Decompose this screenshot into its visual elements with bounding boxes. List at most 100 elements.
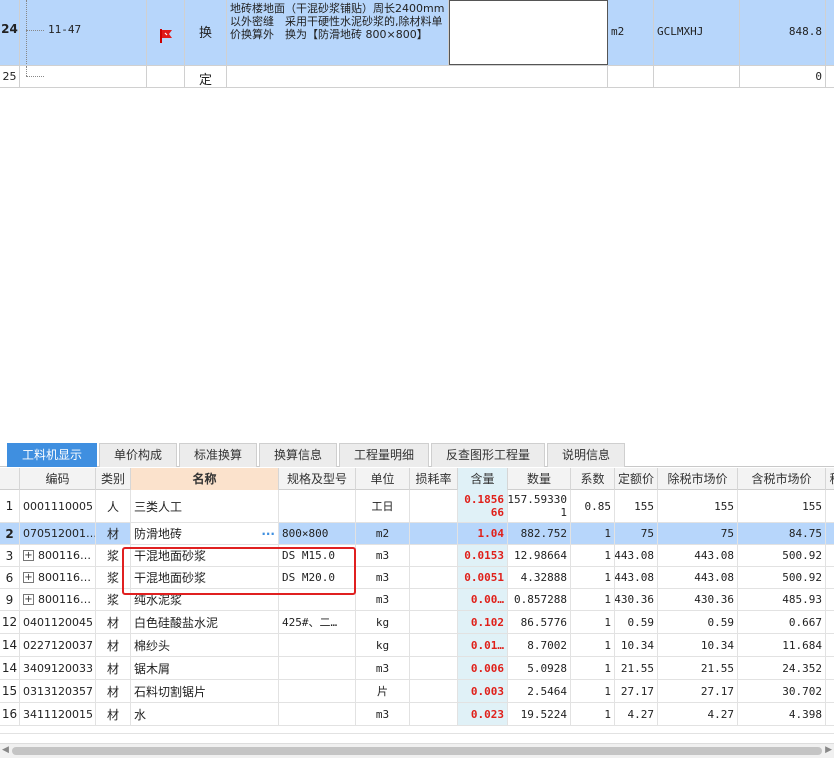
- market-price-ex-tax[interactable]: 10.34: [658, 634, 738, 656]
- material-name[interactable]: 白色硅酸盐水泥: [131, 611, 279, 633]
- header-content[interactable]: 含量: [458, 468, 508, 490]
- material-code[interactable]: +800116…: [20, 567, 96, 588]
- material-spec[interactable]: [279, 490, 356, 522]
- coefficient[interactable]: 1: [571, 680, 615, 702]
- header-loss-rate[interactable]: 损耗率: [410, 468, 458, 490]
- loss-rate[interactable]: [410, 567, 458, 588]
- amount-value[interactable]: 86.5776: [508, 611, 571, 633]
- material-unit[interactable]: 片: [356, 680, 410, 702]
- amount-value[interactable]: 8.7002: [508, 634, 571, 656]
- loss-rate[interactable]: [410, 589, 458, 610]
- material-code[interactable]: 0227120037: [20, 634, 96, 656]
- content-value[interactable]: 0.003: [458, 680, 508, 702]
- material-code[interactable]: 3411120015: [20, 703, 96, 725]
- material-name[interactable]: 防滑地砖 ···: [131, 523, 279, 544]
- market-price-ex-tax[interactable]: 4.27: [658, 703, 738, 725]
- content-value[interactable]: 0.006: [458, 657, 508, 679]
- scroll-left-icon[interactable]: ◀: [2, 745, 9, 755]
- material-unit[interactable]: kg: [356, 634, 410, 656]
- material-spec[interactable]: [279, 657, 356, 679]
- market-price-ex-tax[interactable]: 21.55: [658, 657, 738, 679]
- material-spec[interactable]: [279, 634, 356, 656]
- content-value[interactable]: 0.00…: [458, 589, 508, 610]
- material-unit[interactable]: m3: [356, 657, 410, 679]
- header-market-price-ex-tax[interactable]: 除税市场价: [658, 468, 738, 490]
- material-row[interactable]: 2 070512001… 材 防滑地砖 ··· 800×800 m2 1.04 882.752 1…: [0, 523, 834, 545]
- market-price-inc-tax[interactable]: 30.702: [738, 680, 826, 702]
- quota-description[interactable]: [227, 66, 608, 87]
- loss-rate[interactable]: [410, 634, 458, 656]
- material-unit[interactable]: m3: [356, 545, 410, 566]
- tab-price-composition[interactable]: 单价构成: [99, 443, 177, 467]
- quota-price[interactable]: 443.08: [615, 545, 658, 566]
- more-options-icon[interactable]: ···: [261, 527, 275, 541]
- market-price-ex-tax[interactable]: 430.36: [658, 589, 738, 610]
- header-name[interactable]: 名称: [131, 468, 279, 490]
- quota-price[interactable]: 75: [615, 523, 658, 544]
- material-code[interactable]: 3409120033: [20, 657, 96, 679]
- quota-price[interactable]: 4.27: [615, 703, 658, 725]
- material-name[interactable]: 三类人工: [131, 490, 279, 522]
- market-price-inc-tax[interactable]: 500.92: [738, 567, 826, 588]
- quota-code[interactable]: [20, 66, 147, 87]
- content-value[interactable]: 0.1856 66: [458, 490, 508, 522]
- material-unit[interactable]: m3: [356, 567, 410, 588]
- quota-price[interactable]: 27.17: [615, 680, 658, 702]
- horizontal-scrollbar[interactable]: ◀ ▶: [0, 743, 834, 758]
- expand-icon[interactable]: +: [23, 572, 34, 583]
- market-price-inc-tax[interactable]: 24.352: [738, 657, 826, 679]
- material-code[interactable]: 0001110005: [20, 490, 96, 522]
- material-unit[interactable]: 工日: [356, 490, 410, 522]
- quota-code[interactable]: 11-47: [20, 0, 147, 65]
- header-spec[interactable]: 规格及型号: [279, 468, 356, 490]
- market-price-inc-tax[interactable]: 0.667: [738, 611, 826, 633]
- material-unit[interactable]: m3: [356, 703, 410, 725]
- material-row[interactable]: 14 3409120033 材锯木屑 m3 0.006 5.0928 1 21.55 21.55…: [0, 657, 834, 680]
- header-amount[interactable]: 数量: [508, 468, 571, 490]
- content-value[interactable]: 1.04: [458, 523, 508, 544]
- tab-conversion-info[interactable]: 换算信息: [259, 443, 337, 467]
- market-price-inc-tax[interactable]: 11.684: [738, 634, 826, 656]
- material-unit[interactable]: m2: [356, 523, 410, 544]
- flag-cell[interactable]: [147, 66, 185, 87]
- tab-description[interactable]: 说明信息: [547, 443, 625, 467]
- amount-value[interactable]: 5.0928: [508, 657, 571, 679]
- material-name[interactable]: 棉纱头: [131, 634, 279, 656]
- material-code[interactable]: 0313120357: [20, 680, 96, 702]
- amount-value[interactable]: 2.5464: [508, 680, 571, 702]
- content-value[interactable]: 0.102: [458, 611, 508, 633]
- loss-rate[interactable]: [410, 657, 458, 679]
- material-unit[interactable]: kg: [356, 611, 410, 633]
- material-row[interactable]: 12 0401120045 材白色硅酸盐水泥 425#、二… kg 0.102 86.577…: [0, 611, 834, 634]
- header-code[interactable]: 编码: [20, 468, 96, 490]
- tab-quantity-detail[interactable]: 工程量明细: [339, 443, 429, 467]
- market-price-inc-tax[interactable]: 500.92: [738, 545, 826, 566]
- material-row[interactable]: 15 0313120357 材石料切割锯片 片 0.003 2.5464 1 27.17 27.…: [0, 680, 834, 703]
- material-spec[interactable]: 425#、二…: [279, 611, 356, 633]
- material-row[interactable]: 14 0227120037 材棉纱头 kg 0.01… 8.7002 1 10.34 10.34…: [0, 634, 834, 657]
- material-spec[interactable]: 800×800: [279, 523, 356, 544]
- coefficient[interactable]: 1: [571, 634, 615, 656]
- amount-value[interactable]: 882.752: [508, 523, 571, 544]
- loss-rate[interactable]: [410, 490, 458, 522]
- market-price-inc-tax[interactable]: 485.93: [738, 589, 826, 610]
- quota-price[interactable]: 443.08: [615, 567, 658, 588]
- loss-rate[interactable]: [410, 523, 458, 544]
- loss-rate[interactable]: [410, 703, 458, 725]
- amount-value[interactable]: 12.98664: [508, 545, 571, 566]
- content-value[interactable]: 0.023: [458, 703, 508, 725]
- material-spec[interactable]: [279, 680, 356, 702]
- coefficient[interactable]: 0.85: [571, 490, 615, 522]
- market-price-ex-tax[interactable]: 0.59: [658, 611, 738, 633]
- material-name[interactable]: 锯木屑: [131, 657, 279, 679]
- material-unit[interactable]: m3: [356, 589, 410, 610]
- material-name[interactable]: 水: [131, 703, 279, 725]
- quota-row[interactable]: 25 定 0: [0, 66, 834, 88]
- material-code[interactable]: +800116…: [20, 545, 96, 566]
- expand-icon[interactable]: +: [23, 594, 34, 605]
- loss-rate[interactable]: [410, 680, 458, 702]
- content-value[interactable]: 0.01…: [458, 634, 508, 656]
- quota-description[interactable]: 地砖楼地面（干混砂浆铺贴）周长2400mm以外密缝 采用干硬性水泥砂浆的,除材料…: [227, 0, 449, 65]
- scroll-right-icon[interactable]: ▶: [825, 745, 832, 755]
- selected-empty-cell[interactable]: [449, 0, 608, 65]
